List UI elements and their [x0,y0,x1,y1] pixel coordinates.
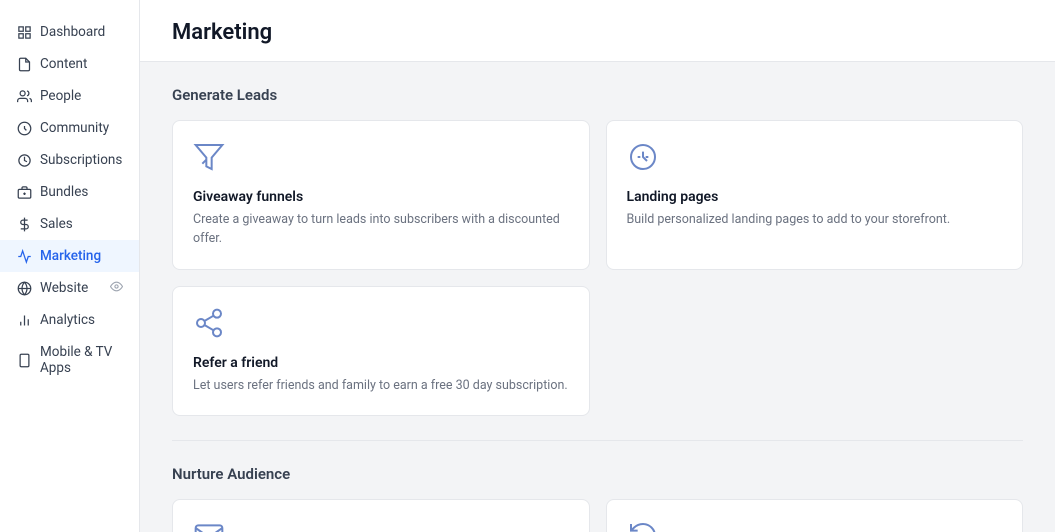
page-header: Marketing [140,0,1055,62]
landing-icon [627,141,663,177]
website-icon [16,280,32,296]
landing-pages-desc: Build personalized landing pages to add … [627,211,1003,230]
sidebar-item-dashboard[interactable]: Dashboard [0,16,139,48]
website-badge [110,280,123,296]
refer-friend-desc: Let users refer friends and family to ea… [193,377,569,396]
giveaway-funnels-card[interactable]: Giveaway funnels Create a giveaway to tu… [172,120,590,270]
refer-icon [193,307,229,343]
refer-friend-card[interactable]: Refer a friend Let users refer friends a… [172,286,590,417]
sidebar-label-analytics: Analytics [40,312,95,328]
people-icon [16,88,32,104]
nurture-audience-cards: Email Broadcasts Send segmented emails t… [172,499,1023,532]
sidebar-label-content: Content [40,56,87,72]
upsell-icon [627,520,663,532]
generate-leads-title: Generate Leads [172,86,1023,104]
nurture-audience-title: Nurture Audience [172,465,1023,483]
refer-friend-title: Refer a friend [193,355,569,371]
giveaway-funnels-desc: Create a giveaway to turn leads into sub… [193,211,569,249]
generate-leads-section: Generate Leads Giveaway funnels Create a… [172,86,1023,416]
sidebar: Dashboard Content People Community Subsc… [0,0,140,532]
sidebar-label-sales: Sales [40,216,73,232]
sidebar-label-mobile-tv: Mobile & TV Apps [40,344,123,376]
file-icon [16,56,32,72]
sidebar-item-analytics[interactable]: Analytics [0,304,139,336]
sidebar-label-website: Website [40,280,88,296]
sidebar-label-marketing: Marketing [40,248,101,264]
analytics-icon [16,312,32,328]
marketing-content: Generate Leads Giveaway funnels Create a… [140,62,1055,532]
sidebar-item-content[interactable]: Content [0,48,139,80]
sidebar-item-sales[interactable]: Sales [0,208,139,240]
sidebar-item-bundles[interactable]: Bundles [0,176,139,208]
bundles-icon [16,184,32,200]
sidebar-item-marketing[interactable]: Marketing [0,240,139,272]
sidebar-item-subscriptions[interactable]: Subscriptions [0,144,139,176]
sidebar-label-people: People [40,88,81,104]
generate-leads-cards: Giveaway funnels Create a giveaway to tu… [172,120,1023,416]
landing-pages-title: Landing pages [627,189,1003,205]
main-content-area: Marketing Generate Leads Giveaway funnel… [140,0,1055,532]
sidebar-item-mobile-tv[interactable]: Mobile & TV Apps [0,336,139,384]
email-icon [193,520,229,532]
marketing-icon [16,248,32,264]
grid-icon [16,24,32,40]
landing-pages-card[interactable]: Landing pages Build personalized landing… [606,120,1024,270]
subscriptions-icon [16,152,32,168]
sidebar-label-bundles: Bundles [40,184,88,200]
funnel-icon [193,141,229,177]
sidebar-item-community[interactable]: Community [0,112,139,144]
sidebar-item-website[interactable]: Website [0,272,139,304]
sidebar-label-dashboard: Dashboard [40,24,105,40]
giveaway-funnels-title: Giveaway funnels [193,189,569,205]
community-icon [16,120,32,136]
subscription-upsell-card[interactable]: Subscription upsell Offer users a discou… [606,499,1024,532]
sidebar-item-people[interactable]: People [0,80,139,112]
section-divider [172,440,1023,441]
sidebar-label-subscriptions: Subscriptions [40,152,122,168]
sidebar-label-community: Community [40,120,109,136]
mobile-icon [16,352,32,368]
page-title: Marketing [172,20,1023,45]
nurture-audience-section: Nurture Audience Email Broadcasts Send s… [172,465,1023,532]
email-broadcasts-card[interactable]: Email Broadcasts Send segmented emails t… [172,499,590,532]
sales-icon [16,216,32,232]
